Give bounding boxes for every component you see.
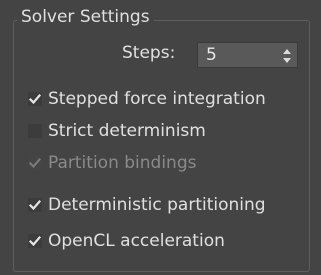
option-label: OpenCL acceleration (48, 231, 225, 251)
option-label: Strict determinism (48, 121, 206, 141)
option-label: Deterministic partitioning (48, 195, 266, 215)
check-icon (28, 235, 42, 247)
solver-settings-panel: Solver Settings Steps: 5 Stepped force i… (0, 0, 321, 275)
check-icon (28, 93, 42, 105)
option-label: Stepped force integration (48, 89, 266, 109)
checkbox[interactable] (28, 92, 42, 106)
check-icon (28, 157, 42, 169)
steps-label: Steps: (122, 43, 176, 63)
spinner-arrows-icon[interactable] (283, 48, 291, 63)
steps-spinner[interactable]: 5 (197, 42, 298, 68)
checkbox[interactable] (28, 198, 42, 212)
checkbox[interactable] (28, 234, 42, 248)
option-label: Partition bindings (48, 153, 197, 173)
group-title: Solver Settings (17, 6, 154, 28)
check-icon (28, 199, 42, 211)
checkbox[interactable] (28, 156, 42, 170)
steps-value[interactable]: 5 (206, 44, 217, 66)
checkbox[interactable] (28, 124, 42, 138)
